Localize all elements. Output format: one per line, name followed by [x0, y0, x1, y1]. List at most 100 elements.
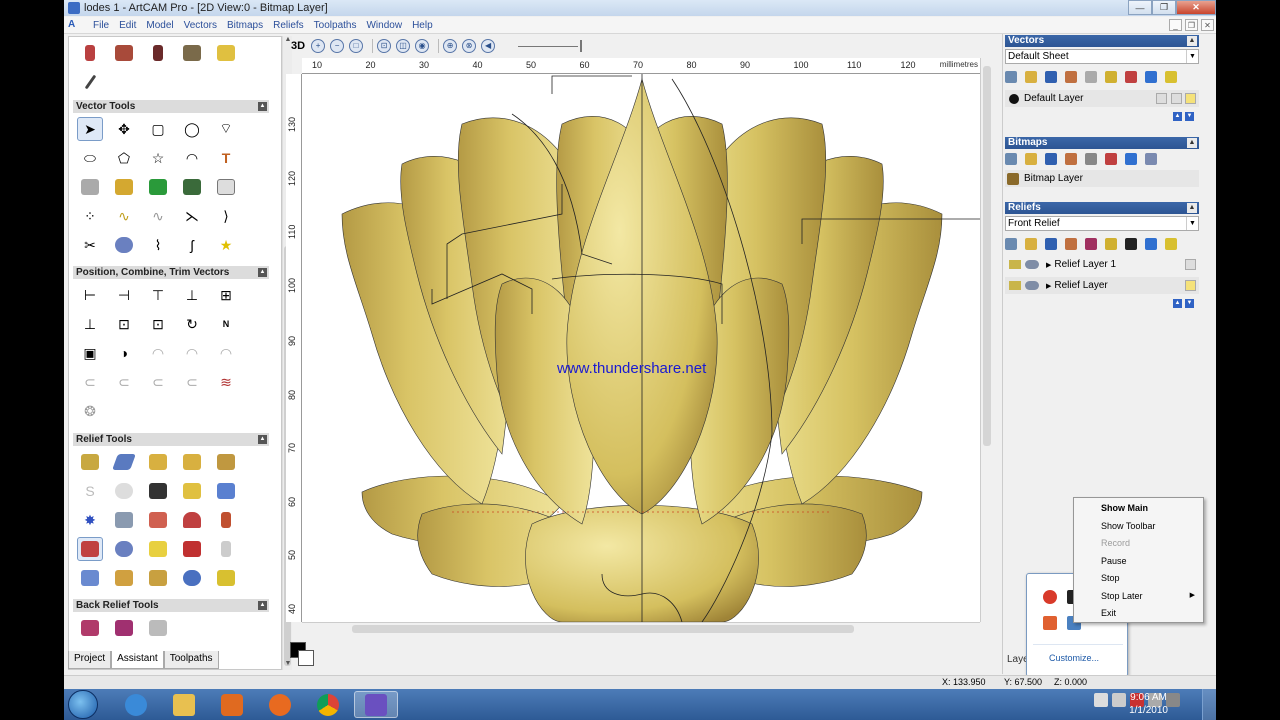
- join-icon[interactable]: ⊂: [145, 370, 171, 394]
- pen-icon[interactable]: [1171, 93, 1182, 104]
- menu-stop[interactable]: Stop: [1101, 571, 1120, 585]
- abc-text-icon[interactable]: [179, 175, 205, 199]
- nesting-icon[interactable]: N: [213, 312, 239, 336]
- collapse-icon[interactable]: ▲: [1187, 36, 1197, 46]
- circle-icon[interactable]: ◯: [179, 117, 205, 141]
- star-icon[interactable]: ☆: [145, 146, 171, 170]
- node-edit-icon[interactable]: ⋋: [179, 204, 205, 228]
- favorite-star-icon[interactable]: ★: [213, 233, 239, 257]
- group-icon[interactable]: ▣: [77, 341, 103, 365]
- offset-icon[interactable]: ≋: [213, 370, 239, 394]
- bake-icon[interactable]: [145, 566, 171, 590]
- combine-relief-icon[interactable]: [1085, 238, 1097, 250]
- fillet-icon[interactable]: ⊂: [77, 370, 103, 394]
- menu-bitmaps[interactable]: Bitmaps: [222, 20, 268, 31]
- menu-exit[interactable]: Exit: [1101, 606, 1116, 620]
- menu-toolpaths[interactable]: Toolpaths: [309, 20, 362, 31]
- recorder-icon[interactable]: [1043, 590, 1057, 604]
- new-layer-icon[interactable]: [1005, 71, 1017, 83]
- bulb-icon[interactable]: [1185, 93, 1196, 104]
- tab-assistant[interactable]: Assistant: [111, 651, 164, 669]
- delete-bitmap-icon[interactable]: [1125, 153, 1137, 165]
- move-up-icon[interactable]: ▲: [1173, 112, 1182, 121]
- relief-properties-icon[interactable]: [1105, 238, 1117, 250]
- menu-help[interactable]: Help: [407, 20, 438, 31]
- new-relief-icon[interactable]: [1005, 238, 1017, 250]
- cylinder-icon[interactable]: [111, 233, 137, 257]
- lock-icon[interactable]: [1156, 93, 1167, 104]
- save-bitmap-icon[interactable]: [1045, 153, 1057, 165]
- speaker-icon[interactable]: [1043, 616, 1057, 630]
- delete-icon[interactable]: [1145, 71, 1157, 83]
- center-icon[interactable]: ⊞: [213, 283, 239, 307]
- collapse-icon[interactable]: ▲: [258, 268, 267, 277]
- dots-icon[interactable]: ⁘: [77, 204, 103, 228]
- eye-icon[interactable]: [1025, 260, 1039, 269]
- save-relief-icon[interactable]: [1045, 238, 1057, 250]
- zoom-box-icon[interactable]: □: [349, 39, 364, 53]
- pencil-icon[interactable]: [77, 41, 103, 65]
- customize-link[interactable]: Customize...: [1049, 653, 1099, 663]
- dome-icon[interactable]: [179, 508, 205, 532]
- layers-icon[interactable]: [111, 508, 137, 532]
- move-down-icon[interactable]: ▼: [1185, 112, 1194, 121]
- menu-pause[interactable]: Pause: [1101, 554, 1127, 568]
- grid-icon[interactable]: [213, 175, 239, 199]
- offset-relief-icon[interactable]: [213, 566, 239, 590]
- canvas-horizontal-scrollbar[interactable]: [302, 622, 980, 634]
- lock-icon[interactable]: [1165, 71, 1177, 83]
- section-back-relief[interactable]: Back Relief Tools ▲: [73, 599, 269, 612]
- bulb-off-icon[interactable]: [1185, 259, 1196, 270]
- expand-icon[interactable]: ▶: [1046, 261, 1051, 269]
- menu-file[interactable]: File: [88, 20, 114, 31]
- collapse-icon[interactable]: ▲: [258, 435, 267, 444]
- bulb-icon[interactable]: [1185, 280, 1196, 291]
- menu-show-main[interactable]: Show Main: [1101, 501, 1148, 515]
- paste-relief-icon[interactable]: [1065, 238, 1077, 250]
- line-icon[interactable]: [77, 70, 103, 94]
- mdi-close-button[interactable]: ✕: [1201, 19, 1214, 31]
- cloud-icon[interactable]: [77, 175, 103, 199]
- text-icon[interactable]: T: [213, 146, 239, 170]
- media-player-icon[interactable]: [210, 691, 254, 718]
- drawing-canvas[interactable]: www.thundershare.net: [302, 74, 980, 622]
- back-relief-icon[interactable]: [77, 616, 103, 640]
- back-relief-gray-icon[interactable]: [145, 616, 171, 640]
- toggle-icon[interactable]: ◀: [481, 39, 496, 53]
- open-folder-icon[interactable]: [1025, 71, 1037, 83]
- mdi-restore-button[interactable]: ❐: [1185, 19, 1198, 31]
- align-top-icon[interactable]: ⊤: [145, 283, 171, 307]
- artcam-taskbar-icon[interactable]: [354, 691, 398, 718]
- move-up-icon[interactable]: ▲: [1173, 299, 1182, 308]
- select-arrow-icon[interactable]: ➤: [77, 117, 103, 141]
- menu-stop-later[interactable]: Stop Later: [1101, 589, 1143, 603]
- new-bitmap-icon[interactable]: [1005, 153, 1017, 165]
- collapse-icon[interactable]: ▲: [1187, 138, 1197, 148]
- smooth-icon[interactable]: [179, 479, 205, 503]
- vector-sheet-select[interactable]: Default Sheet ▼: [1005, 49, 1199, 64]
- snap-icon[interactable]: ⊕: [443, 39, 458, 53]
- zoom-page-icon[interactable]: ◫: [396, 39, 411, 53]
- intersect-icon[interactable]: ◠: [179, 341, 205, 365]
- section-vector-tools[interactable]: Vector Tools ▲: [73, 100, 269, 113]
- add-icon[interactable]: [145, 175, 171, 199]
- align-bottom-icon[interactable]: ⊥: [179, 283, 205, 307]
- center-page-icon[interactable]: ⊡: [111, 312, 137, 336]
- menu-show-toolbar[interactable]: Show Toolbar: [1101, 519, 1155, 533]
- menu-window[interactable]: Window: [361, 20, 407, 31]
- relief-layer-1-row[interactable]: ▶ Relief Layer 1: [1005, 256, 1199, 273]
- 3d-view-button[interactable]: 3D: [291, 40, 305, 52]
- brush-relief-icon[interactable]: [213, 508, 239, 532]
- contrast-slider[interactable]: [518, 39, 583, 52]
- delete-relief-icon[interactable]: [1145, 238, 1157, 250]
- move-down-icon[interactable]: ▼: [1185, 299, 1194, 308]
- yellow-plane-icon[interactable]: [145, 537, 171, 561]
- maximize-button[interactable]: ❐: [1152, 0, 1176, 15]
- paste-icon[interactable]: [1065, 71, 1077, 83]
- brush-icon[interactable]: [145, 41, 171, 65]
- star-relief-icon[interactable]: ✸: [77, 508, 103, 532]
- transform-icon[interactable]: ✥: [111, 117, 137, 141]
- sculpt-icon[interactable]: [145, 508, 171, 532]
- collapse-icon[interactable]: ▲: [1187, 203, 1197, 213]
- merge-icon[interactable]: [1125, 71, 1137, 83]
